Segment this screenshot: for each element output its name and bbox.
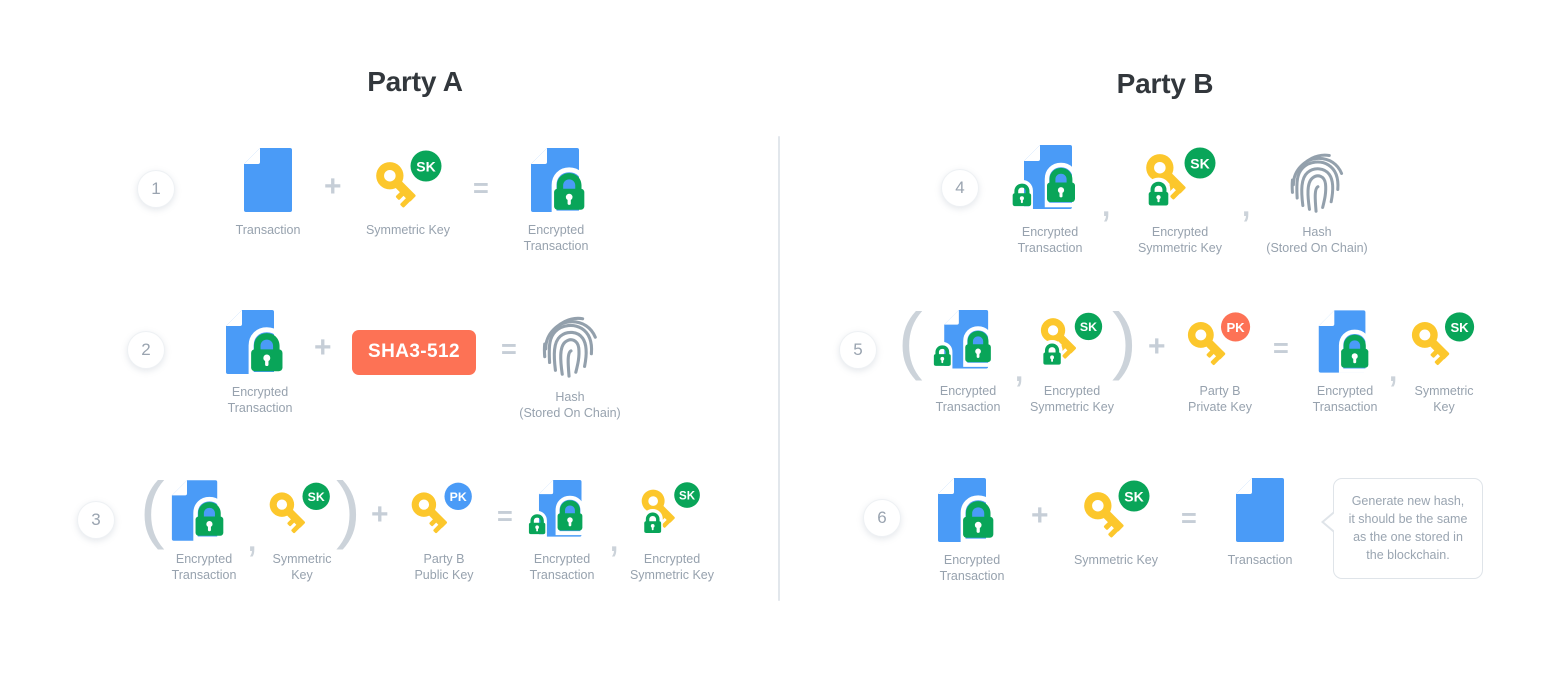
group-paren-close: ) — [336, 467, 361, 550]
step-number-1: 1 — [137, 170, 175, 208]
item-caption: Party B Public Key — [414, 552, 474, 582]
item-transaction: Transaction — [212, 148, 324, 238]
key-icon: SK — [372, 150, 442, 209]
fingerprint-icon — [1290, 153, 1344, 213]
item-caption: Encrypted Transaction — [171, 552, 237, 582]
item-symmetric-key: SK Symmetric Key — [1396, 310, 1492, 415]
item-encrypted-transaction: Encrypted Transaction — [918, 310, 1018, 415]
svg-text:SK: SK — [308, 490, 325, 504]
item-caption: Encrypted Transaction — [1312, 384, 1378, 414]
operator-equals: = — [1181, 503, 1197, 533]
item-caption: Encrypted Transaction — [1017, 225, 1083, 255]
key-icon: SK — [1409, 312, 1475, 367]
item-encrypted-transaction: Encrypted Transaction — [995, 145, 1105, 256]
item-caption: Encrypted Transaction — [935, 384, 1001, 414]
operator-plus: + — [1031, 499, 1049, 532]
svg-text:SK: SK — [679, 490, 696, 502]
item-caption: Encrypted Symmetric Key — [1137, 225, 1223, 255]
item-hash: Hash (Stored On Chain) — [1262, 147, 1372, 256]
item-transaction: Transaction — [1204, 478, 1316, 568]
tooltip-text: Generate new hash, it should be the same… — [1348, 494, 1468, 562]
svg-text:SK: SK — [416, 159, 435, 175]
item-hash: Hash (Stored On Chain) — [514, 310, 626, 421]
document-lock-icon — [171, 480, 226, 541]
separator-comma: , — [608, 512, 621, 561]
item-symmetric-key: SK Symmetric Key — [1060, 478, 1172, 568]
item-caption: Encrypted Transaction — [523, 223, 589, 253]
item-encrypted-transaction: Encrypted Transaction — [1295, 310, 1395, 415]
party-divider — [778, 136, 780, 601]
item-caption: Transaction — [1227, 553, 1293, 567]
item-caption: Encrypted Transaction — [529, 552, 595, 582]
step-number-6: 6 — [863, 499, 901, 537]
separator-comma: , — [1100, 177, 1113, 226]
fingerprint-icon — [542, 316, 597, 378]
item-encrypted-transaction: Encrypted Transaction — [916, 478, 1028, 584]
operator-plus: + — [371, 498, 389, 531]
step-number-3: 3 — [77, 501, 115, 539]
svg-text:PK: PK — [450, 490, 467, 504]
hash-verification-tooltip: Generate new hash, it should be the same… — [1321, 478, 1483, 579]
item-encrypted-symmetric-key: SK Encrypted Symmetric Key — [620, 480, 724, 583]
key-icon: SK — [1080, 480, 1150, 539]
document-lock-icon — [938, 478, 996, 543]
item-caption: Encrypted Symmetric Key — [1029, 384, 1115, 414]
operator-equals: = — [497, 501, 513, 531]
sha-algorithm-badge: SHA3-512 — [352, 330, 476, 375]
group-paren-close: ) — [1112, 298, 1137, 381]
item-caption: Encrypted Transaction — [939, 553, 1005, 583]
diagram-canvas: Party A Party B 1 Transaction + SK Symme… — [0, 0, 1560, 680]
item-party-b-private-key: PK Party B Private Key — [1172, 310, 1268, 415]
item-caption: Hash (Stored On Chain) — [1266, 225, 1368, 255]
step-number-4: 4 — [941, 169, 979, 207]
key-icon: SK — [268, 482, 330, 535]
item-encrypted-transaction: Encrypted Transaction — [512, 480, 612, 583]
document-double-lock-icon — [932, 310, 993, 370]
item-caption: Symmetric Key — [1414, 384, 1474, 414]
item-caption: Symmetric Key — [365, 223, 451, 237]
item-encrypted-transaction: Encrypted Transaction — [150, 480, 258, 583]
item-party-b-public-key: PK Party B Public Key — [396, 480, 492, 583]
item-caption: Hash (Stored On Chain) — [519, 390, 621, 420]
item-caption: Symmetric Key — [272, 552, 332, 582]
operator-equals: = — [1273, 333, 1289, 363]
svg-text:SK: SK — [1124, 489, 1143, 505]
document-lock-icon — [1318, 310, 1371, 373]
step-number-5: 5 — [839, 331, 877, 369]
document-icon — [1235, 478, 1284, 542]
item-encrypted-symmetric-key: SK Encrypted Symmetric Key — [1125, 145, 1235, 256]
item-caption: Encrypted Symmetric Key — [629, 552, 715, 582]
svg-text:SK: SK — [1080, 320, 1097, 334]
document-lock-icon — [226, 310, 286, 375]
item-caption: Encrypted Transaction — [227, 385, 293, 415]
document-double-lock-icon — [1010, 145, 1078, 210]
operator-equals: = — [473, 173, 489, 203]
key-lock-icon: SK — [1035, 312, 1103, 369]
document-icon — [243, 148, 292, 212]
svg-text:SK: SK — [1190, 156, 1209, 172]
document-lock-icon — [531, 148, 587, 213]
key-icon: PK — [410, 482, 472, 535]
svg-text:SK: SK — [1450, 320, 1469, 335]
item-caption: Party B Private Key — [1188, 384, 1252, 414]
operator-plus: + — [314, 331, 332, 364]
party-b-title: Party B — [1116, 68, 1214, 99]
item-encrypted-transaction: Encrypted Transaction — [500, 148, 612, 254]
tooltip-tail-fill — [1323, 511, 1337, 533]
separator-comma: , — [1240, 177, 1253, 226]
key-icon: PK — [1185, 312, 1251, 367]
item-symmetric-key: SK Symmetric Key — [352, 148, 464, 238]
step-number-2: 2 — [127, 331, 165, 369]
operator-plus: + — [1148, 330, 1166, 363]
item-caption: Transaction — [235, 223, 301, 237]
operator-plus: + — [324, 170, 342, 203]
party-a-title: Party A — [367, 66, 463, 97]
svg-text:PK: PK — [1226, 320, 1245, 335]
key-lock-icon: SK — [636, 482, 700, 537]
item-caption: Symmetric Key — [1073, 553, 1159, 567]
item-encrypted-symmetric-key: SK Encrypted Symmetric Key — [1022, 310, 1122, 415]
item-encrypted-transaction: Encrypted Transaction — [204, 310, 316, 416]
key-lock-icon: SK — [1140, 147, 1216, 210]
document-double-lock-icon — [527, 480, 585, 538]
